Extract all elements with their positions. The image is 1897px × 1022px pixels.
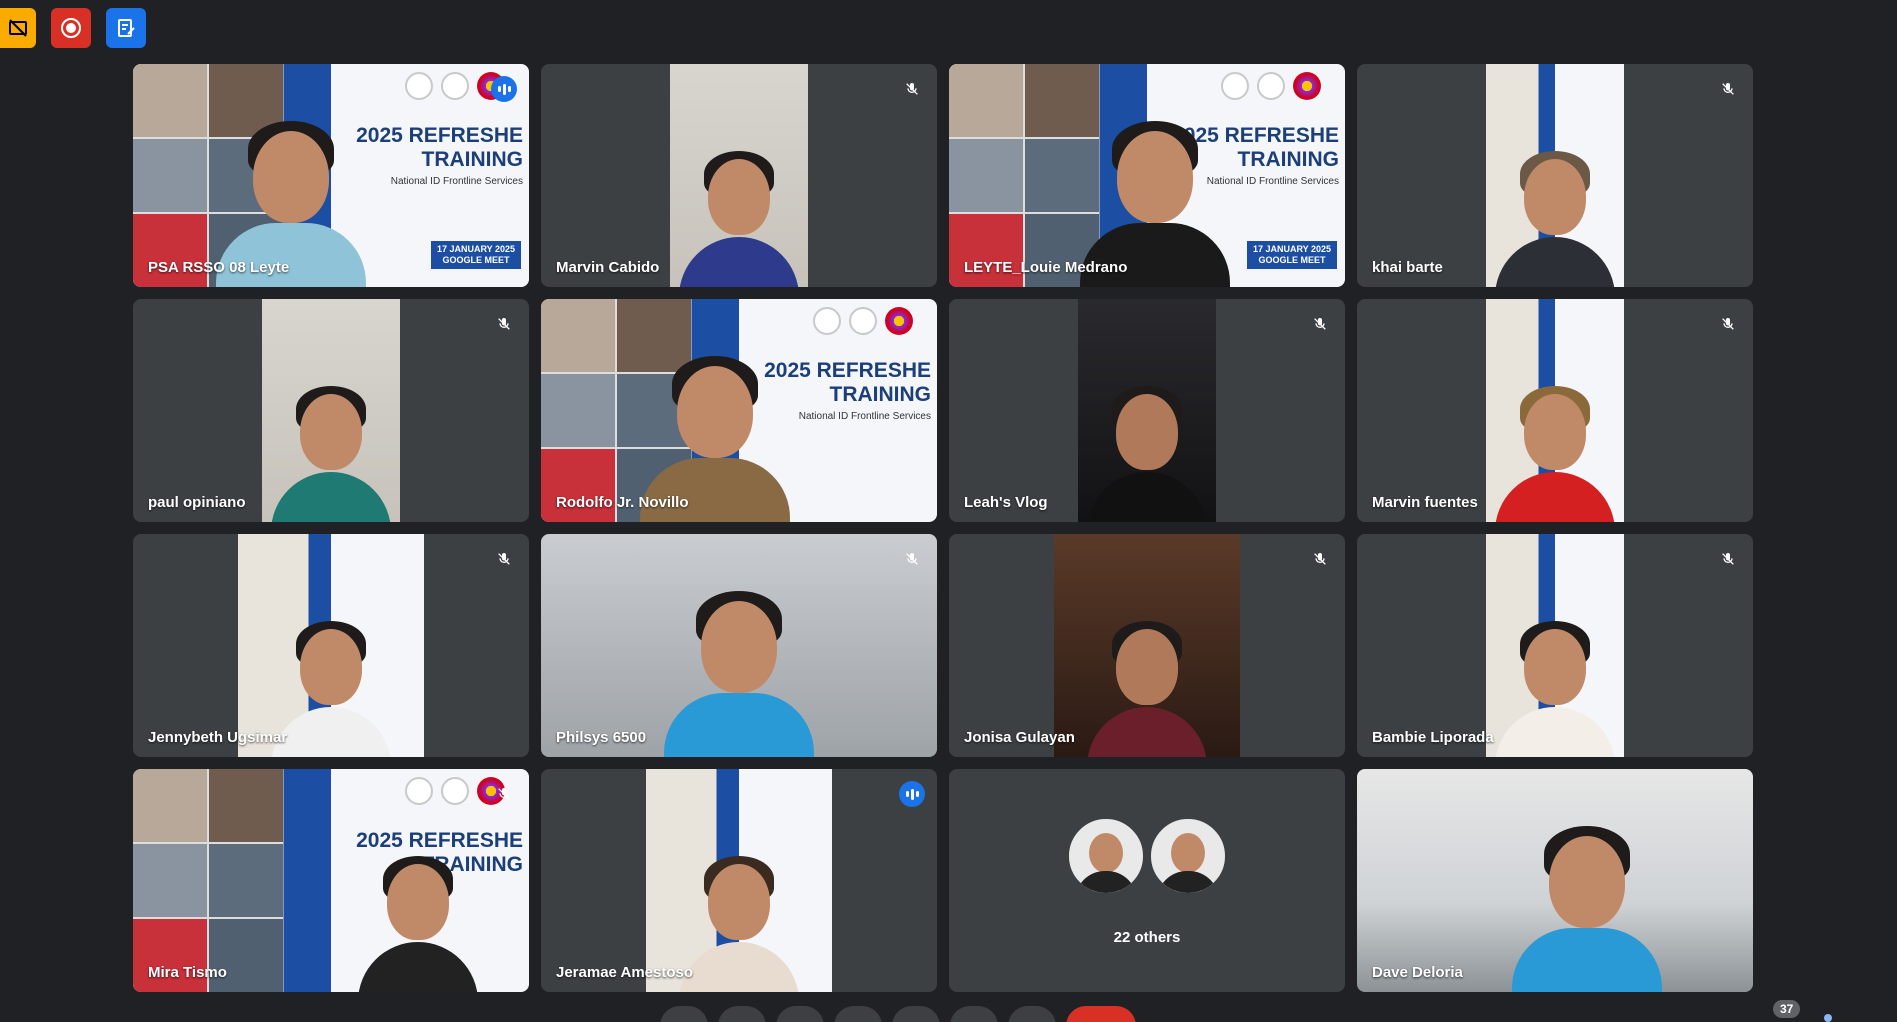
participant-person bbox=[1495, 607, 1615, 757]
participant-person bbox=[1087, 607, 1207, 757]
participant-video bbox=[1486, 299, 1624, 522]
participant-video: 2025 REFRESHE TRAINING bbox=[133, 769, 529, 992]
participant-video bbox=[262, 299, 400, 522]
participant-tile[interactable]: Jeramae Amestoso bbox=[541, 769, 937, 992]
participant-name: PSA RSSO 08 Leyte bbox=[148, 259, 290, 276]
participant-name: Jennybeth Ugsimar bbox=[148, 729, 288, 746]
participant-person bbox=[1511, 812, 1662, 992]
participant-tile[interactable]: Jonisa Gulayan bbox=[949, 534, 1345, 757]
mic-off-icon bbox=[1715, 546, 1741, 572]
poster-logos bbox=[1221, 72, 1321, 100]
call-controls-bar bbox=[660, 1006, 1136, 1022]
participant-name: Rodolfo Jr. Novillo bbox=[556, 494, 689, 511]
participant-person bbox=[679, 137, 799, 287]
participant-person bbox=[1087, 372, 1207, 522]
participant-video bbox=[1486, 64, 1624, 287]
poster-logos bbox=[405, 72, 505, 100]
control-button[interactable] bbox=[892, 1006, 940, 1022]
participant-name: Jeramae Amestoso bbox=[556, 964, 694, 981]
participant-video: 2025 REFRESHE TRAINING National ID Front… bbox=[541, 299, 937, 522]
participant-name: Leah's Vlog bbox=[964, 494, 1048, 511]
mic-off-icon bbox=[1715, 76, 1741, 102]
others-tile[interactable]: 22 others bbox=[949, 769, 1345, 992]
participant-tile[interactable]: paul opiniano bbox=[133, 299, 529, 522]
participant-tile[interactable]: Dave Deloria bbox=[1357, 769, 1753, 992]
participant-tile[interactable]: 2025 REFRESHE TRAINING Mira Tismo bbox=[133, 769, 529, 992]
control-button[interactable] bbox=[834, 1006, 882, 1022]
participant-tile[interactable]: 2025 REFRESHE TRAINING National ID Front… bbox=[133, 64, 529, 287]
participant-person bbox=[1495, 137, 1615, 287]
avatar bbox=[1149, 817, 1227, 895]
mic-off-icon bbox=[1307, 546, 1333, 572]
participant-tile[interactable]: Marvin Cabido bbox=[541, 64, 937, 287]
control-button[interactable] bbox=[718, 1006, 766, 1022]
participant-name: Dave Deloria bbox=[1372, 964, 1463, 981]
participant-video: 2025 REFRESHE TRAINING National ID Front… bbox=[133, 64, 529, 287]
participant-video bbox=[1486, 534, 1624, 757]
poster-date-line1: 17 JANUARY 2025 bbox=[1252, 244, 1331, 254]
participant-name: Philsys 6500 bbox=[556, 729, 647, 746]
participant-name: Marvin fuentes bbox=[1372, 494, 1478, 511]
mic-off-icon bbox=[491, 546, 517, 572]
participant-video bbox=[670, 64, 808, 287]
mic-off-icon bbox=[899, 76, 925, 102]
participant-person bbox=[1495, 372, 1615, 522]
participant-video bbox=[541, 534, 937, 757]
participant-person bbox=[664, 577, 814, 757]
poster-logos bbox=[405, 777, 505, 805]
participant-tile[interactable]: Bambie Liporada bbox=[1357, 534, 1753, 757]
poster-date-line2: GOOGLE MEET bbox=[1258, 255, 1326, 265]
poster-date-line1: 17 JANUARY 2025 bbox=[436, 244, 515, 254]
participant-person bbox=[679, 842, 799, 992]
participant-tile[interactable]: Philsys 6500 bbox=[541, 534, 937, 757]
speaking-indicator-icon bbox=[491, 76, 517, 102]
control-button[interactable] bbox=[660, 1006, 708, 1022]
others-count-label: 22 others bbox=[1113, 929, 1181, 946]
participant-video bbox=[238, 534, 424, 757]
leave-call-button[interactable] bbox=[1066, 1006, 1136, 1022]
participant-tile[interactable]: Leah's Vlog bbox=[949, 299, 1345, 522]
participant-video bbox=[646, 769, 832, 992]
mic-off-icon bbox=[491, 311, 517, 337]
control-button[interactable] bbox=[776, 1006, 824, 1022]
participant-tile[interactable]: 2025 REFRESHE TRAINING National ID Front… bbox=[541, 299, 937, 522]
participant-video bbox=[1054, 534, 1240, 757]
recording-icon[interactable] bbox=[51, 8, 91, 48]
mic-off-icon bbox=[899, 546, 925, 572]
participant-person bbox=[358, 842, 479, 992]
participant-tile[interactable]: Jennybeth Ugsimar bbox=[133, 534, 529, 757]
speaking-indicator-icon bbox=[899, 781, 925, 807]
participant-name: Jonisa Gulayan bbox=[964, 729, 1075, 746]
participant-name: Marvin Cabido bbox=[556, 259, 660, 276]
control-button[interactable] bbox=[1008, 1006, 1056, 1022]
poster-date-line2: GOOGLE MEET bbox=[442, 255, 510, 265]
mic-off-icon bbox=[1715, 311, 1741, 337]
participant-video bbox=[1078, 299, 1216, 522]
participant-tile[interactable]: Marvin fuentes bbox=[1357, 299, 1753, 522]
participant-name: Bambie Liporada bbox=[1372, 729, 1494, 746]
participant-name: khai barte bbox=[1372, 259, 1443, 276]
participant-person bbox=[271, 607, 391, 757]
participant-name: LEYTE_Louie Medrano bbox=[964, 259, 1128, 276]
participant-grid: 2025 REFRESHE TRAINING National ID Front… bbox=[133, 64, 1753, 992]
meet-call-screen: 2025 REFRESHE TRAINING National ID Front… bbox=[0, 0, 1897, 1022]
mic-off-icon bbox=[491, 781, 517, 807]
participant-name: Mira Tismo bbox=[148, 964, 227, 981]
poster-logos bbox=[813, 307, 913, 335]
others-avatars bbox=[1067, 817, 1227, 895]
participant-tile[interactable]: 2025 REFRESHE TRAINING National ID Front… bbox=[949, 64, 1345, 287]
avatar bbox=[1067, 817, 1145, 895]
top-status-chips bbox=[0, 8, 146, 48]
mic-off-icon bbox=[1307, 311, 1333, 337]
participant-video bbox=[1357, 769, 1753, 992]
activity-dot bbox=[1824, 1014, 1832, 1022]
captions-off-icon[interactable] bbox=[0, 8, 36, 48]
control-button[interactable] bbox=[950, 1006, 998, 1022]
notes-icon[interactable] bbox=[106, 8, 146, 48]
participant-person bbox=[271, 372, 391, 522]
participant-tile[interactable]: khai barte bbox=[1357, 64, 1753, 287]
participant-name: paul opiniano bbox=[148, 494, 246, 511]
participant-count-badge[interactable]: 37 bbox=[1773, 1000, 1801, 1018]
participant-video: 2025 REFRESHE TRAINING National ID Front… bbox=[949, 64, 1345, 287]
